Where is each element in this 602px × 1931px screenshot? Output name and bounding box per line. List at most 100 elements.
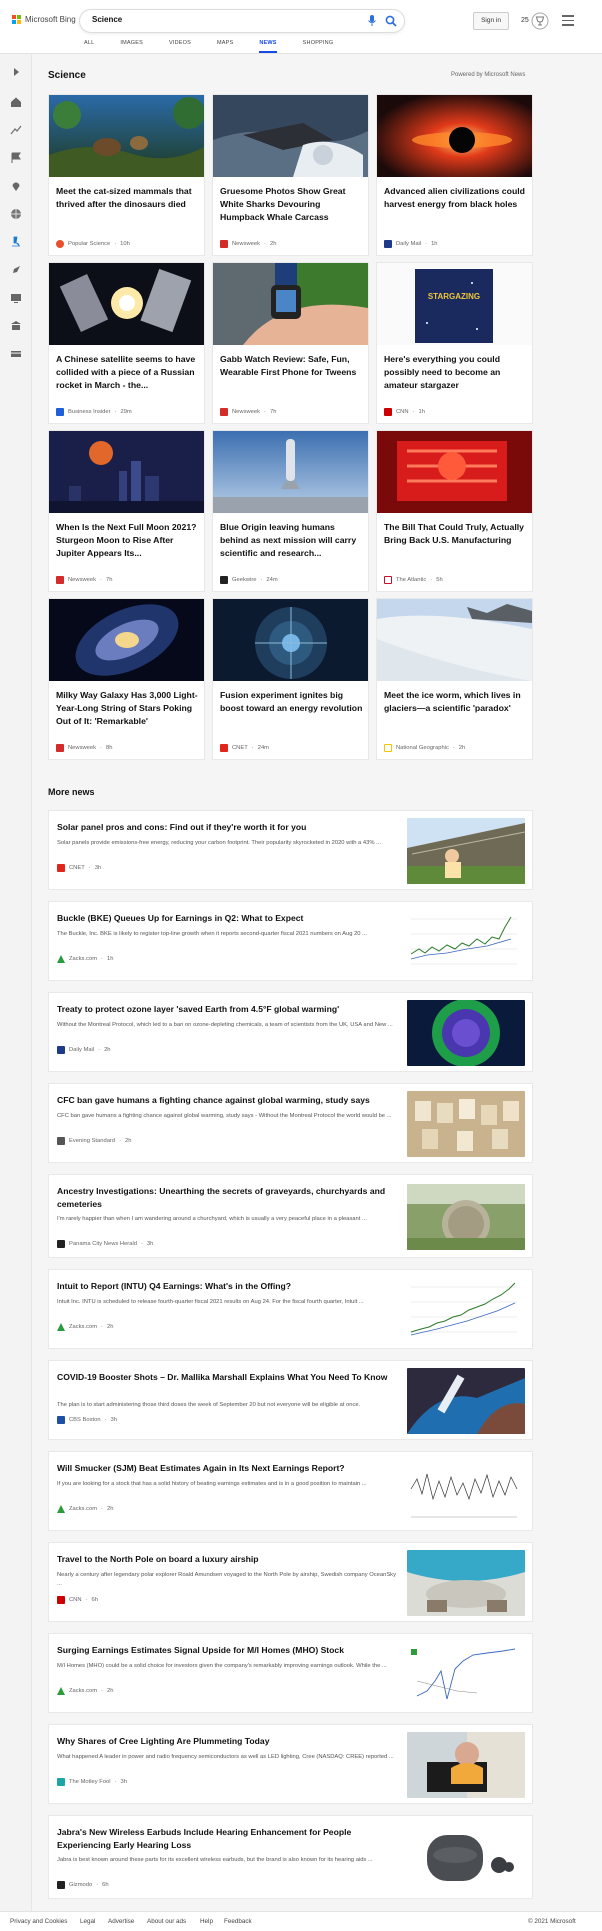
tab-maps[interactable]: MAPS	[217, 40, 233, 53]
news-card[interactable]: When Is the Next Full Moon 2021? Sturgeo…	[48, 430, 205, 592]
news-card[interactable]: Blue Origin leaving humans behind as nex…	[212, 430, 369, 592]
news-card[interactable]: Fusion experiment ignites big boost towa…	[212, 598, 369, 760]
news-list-item[interactable]: COVID-19 Booster Shots – Dr. Mallika Mar…	[48, 1360, 533, 1440]
source-age: 8h	[105, 745, 113, 751]
news-list-item[interactable]: CFC ban gave humans a fighting chance ag…	[48, 1083, 533, 1163]
card-title[interactable]: Fusion experiment ignites big boost towa…	[220, 689, 363, 715]
card-title[interactable]: Meet the ice worm, which lives in glacie…	[384, 689, 527, 715]
news-headline[interactable]: Surging Earnings Estimates Signal Upside…	[57, 1644, 402, 1657]
card-title[interactable]: Meet the cat-sized mammals that thrived …	[56, 185, 199, 211]
rewards-trophy-icon[interactable]	[531, 12, 549, 30]
news-list-item[interactable]: Intuit to Report (INTU) Q4 Earnings: Wha…	[48, 1269, 533, 1349]
news-headline[interactable]: CFC ban gave humans a fighting chance ag…	[57, 1094, 402, 1107]
news-list-item[interactable]: Ancestry Investigations: Unearthing the …	[48, 1174, 533, 1258]
news-thumbnail	[407, 1732, 525, 1798]
news-card[interactable]: Gruesome Photos Show Great White Sharks …	[212, 94, 369, 256]
card-image	[377, 431, 532, 513]
search-icon[interactable]	[385, 15, 397, 27]
news-card[interactable]: A Chinese satellite seems to have collid…	[48, 262, 205, 424]
news-list-item[interactable]: Buckle (BKE) Queues Up for Earnings in Q…	[48, 901, 533, 981]
news-description: Without the Montreal Protocol, which led…	[57, 1022, 393, 1028]
news-list-item[interactable]: Treaty to protect ozone layer 'saved Ear…	[48, 992, 533, 1072]
publisher-logo-icon	[220, 408, 228, 416]
tv-icon[interactable]	[10, 292, 22, 304]
news-card[interactable]: Gabb Watch Review: Safe, Fun, Wearable F…	[212, 262, 369, 424]
publisher-logo-icon	[57, 1137, 65, 1145]
news-headline[interactable]: Treaty to protect ozone layer 'saved Ear…	[57, 1003, 402, 1016]
card-title[interactable]: The Bill That Could Truly, Actually Brin…	[384, 521, 527, 547]
location-pin-icon[interactable]	[10, 180, 22, 192]
news-card[interactable]: STARGAZING Here's everything you could p…	[376, 262, 533, 424]
zacks-logo-icon	[57, 1323, 65, 1331]
news-card[interactable]: Advanced alien civilizations could harve…	[376, 94, 533, 256]
card-icon[interactable]	[10, 348, 22, 360]
news-description: The plan is to start administering those…	[57, 1402, 361, 1408]
globe-icon[interactable]	[10, 208, 22, 220]
card-image	[49, 431, 204, 513]
card-title[interactable]: A Chinese satellite seems to have collid…	[56, 353, 199, 392]
publisher-logo-icon	[57, 1778, 65, 1786]
search-box[interactable]	[80, 10, 404, 32]
building-icon[interactable]	[10, 320, 22, 332]
publisher-logo-icon	[56, 408, 64, 416]
news-thumbnail	[407, 1641, 525, 1707]
footer-link-about-ads[interactable]: About our ads	[147, 1918, 186, 1925]
footer-link-privacy[interactable]: Privacy and Cookies	[10, 1918, 67, 1925]
trending-icon[interactable]	[10, 124, 22, 136]
publisher-logo-icon	[56, 240, 64, 248]
card-image	[377, 599, 532, 681]
news-card[interactable]: Meet the cat-sized mammals that thrived …	[48, 94, 205, 256]
news-headline[interactable]: Why Shares of Cree Lighting Are Plummeti…	[57, 1735, 402, 1748]
news-list-item[interactable]: Why Shares of Cree Lighting Are Plummeti…	[48, 1724, 533, 1804]
tab-news[interactable]: NEWS	[259, 40, 277, 53]
tab-all[interactable]: ALL	[84, 40, 94, 53]
news-headline[interactable]: COVID-19 Booster Shots – Dr. Mallika Mar…	[57, 1371, 402, 1384]
news-card[interactable]: The Bill That Could Truly, Actually Brin…	[376, 430, 533, 592]
footer-link-help[interactable]: Help	[200, 1918, 213, 1925]
publisher-logo-icon	[57, 1046, 65, 1054]
science-microscope-icon[interactable]	[10, 236, 22, 248]
card-title[interactable]: When Is the Next Full Moon 2021? Sturgeo…	[56, 521, 199, 560]
news-list-item[interactable]: Will Smucker (SJM) Beat Estimates Again …	[48, 1451, 533, 1531]
footer-link-feedback[interactable]: Feedback	[224, 1918, 252, 1925]
footer-link-advertise[interactable]: Advertise	[108, 1918, 134, 1925]
menu-hamburger-icon[interactable]	[562, 15, 574, 26]
news-list-item[interactable]: Surging Earnings Estimates Signal Upside…	[48, 1633, 533, 1713]
news-source: Zacks.com · 2h	[57, 1323, 113, 1331]
tab-images[interactable]: IMAGES	[120, 40, 143, 53]
news-headline[interactable]: Travel to the North Pole on board a luxu…	[57, 1553, 402, 1566]
source-name: CNN	[396, 409, 409, 415]
news-source: Zacks.com · 1h	[57, 955, 113, 963]
card-source: Newsweek · 8h	[56, 744, 112, 752]
news-list-item[interactable]: Travel to the North Pole on board a luxu…	[48, 1542, 533, 1622]
source-age: 7h	[105, 577, 113, 583]
home-icon[interactable]	[10, 96, 22, 108]
footer-link-legal[interactable]: Legal	[80, 1918, 95, 1925]
sign-in-button[interactable]: Sign in	[473, 12, 509, 30]
flag-icon[interactable]	[10, 152, 22, 164]
publisher-logo-icon	[57, 864, 65, 872]
news-headline[interactable]: Ancestry Investigations: Unearthing the …	[57, 1185, 402, 1211]
rocket-icon[interactable]	[10, 264, 22, 276]
card-title[interactable]: Gruesome Photos Show Great White Sharks …	[220, 185, 363, 224]
news-card[interactable]: Milky Way Galaxy Has 3,000 Light-Year-Lo…	[48, 598, 205, 760]
card-title[interactable]: Gabb Watch Review: Safe, Fun, Wearable F…	[220, 353, 363, 379]
news-list-item[interactable]: Jabra's New Wireless Earbuds Include Hea…	[48, 1815, 533, 1899]
news-card[interactable]: Meet the ice worm, which lives in glacie…	[376, 598, 533, 760]
bing-logo[interactable]: Microsoft Bing	[12, 15, 76, 24]
microphone-icon[interactable]	[367, 15, 377, 27]
news-list-item[interactable]: Solar panel pros and cons: Find out if t…	[48, 810, 533, 890]
news-headline[interactable]: Intuit to Report (INTU) Q4 Earnings: Wha…	[57, 1280, 402, 1293]
card-title[interactable]: Here's everything you could possibly nee…	[384, 353, 527, 392]
search-input[interactable]	[92, 15, 292, 24]
tab-shopping[interactable]: SHOPPING	[303, 40, 334, 53]
expand-arrow-icon[interactable]	[10, 66, 22, 78]
card-title[interactable]: Blue Origin leaving humans behind as nex…	[220, 521, 363, 560]
news-headline[interactable]: Will Smucker (SJM) Beat Estimates Again …	[57, 1462, 402, 1475]
news-headline[interactable]: Jabra's New Wireless Earbuds Include Hea…	[57, 1826, 402, 1852]
news-headline[interactable]: Solar panel pros and cons: Find out if t…	[57, 821, 402, 834]
card-title[interactable]: Milky Way Galaxy Has 3,000 Light-Year-Lo…	[56, 689, 199, 728]
card-title[interactable]: Advanced alien civilizations could harve…	[384, 185, 527, 211]
news-headline[interactable]: Buckle (BKE) Queues Up for Earnings in Q…	[57, 912, 402, 925]
tab-videos[interactable]: VIDEOS	[169, 40, 191, 53]
